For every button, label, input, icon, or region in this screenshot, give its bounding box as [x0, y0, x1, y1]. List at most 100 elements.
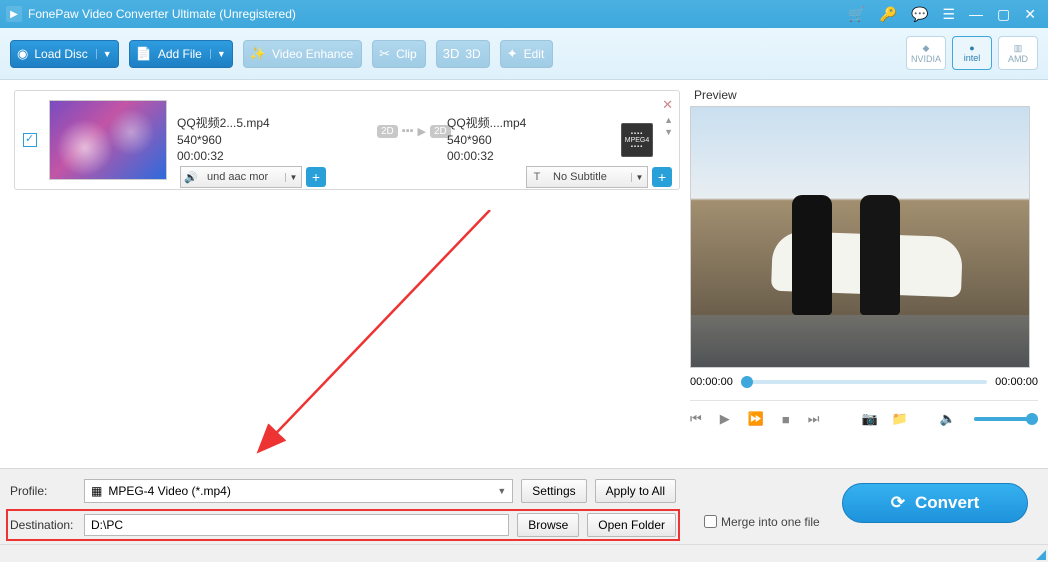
load-disc-button[interactable]: ◉ Load Disc ▼ — [10, 40, 119, 68]
chevron-down-icon[interactable]: ▼ — [631, 173, 647, 182]
convert-area: Merge into one file ⟳ Convert — [686, 469, 1048, 544]
preview-timeline: 00:00:00 00:00:00 — [690, 376, 1038, 388]
speaker-icon: 🔊 — [181, 171, 201, 184]
gpu-intel-label: intel — [964, 53, 981, 63]
output-settings: Profile: ▦ MPEG-4 Video (*.mp4) ▼ Settin… — [0, 469, 686, 544]
add-file-button[interactable]: 📄 Add File ▼ — [129, 40, 233, 68]
status-bar — [0, 544, 1048, 562]
codec-icon: ▪▪▪▪MPEG4▪▪▪▪ — [621, 123, 653, 157]
settings-button[interactable]: Settings — [521, 479, 586, 503]
convert-label: Convert — [915, 493, 979, 513]
destination-label: Destination: — [10, 518, 76, 532]
volume-icon[interactable]: 🔈 — [940, 411, 956, 427]
convert-button[interactable]: ⟳ Convert — [842, 483, 1028, 523]
preview-video[interactable] — [690, 106, 1030, 368]
edit-button[interactable]: ✦ Edit — [500, 40, 554, 68]
preview-title: Preview — [694, 88, 1038, 102]
volume-slider[interactable] — [974, 417, 1038, 421]
key-icon[interactable]: 🔑 — [880, 7, 897, 21]
gpu-amd[interactable]: ▥AMD — [998, 36, 1038, 70]
open-folder-button[interactable]: Open Folder — [587, 513, 676, 537]
merge-label: Merge into one file — [721, 515, 820, 529]
clip-button[interactable]: ✂ Clip — [372, 40, 426, 68]
menu-icon[interactable]: ☰ — [942, 7, 955, 21]
gpu-selector: ◆NVIDIA ●intel ▥AMD — [906, 36, 1038, 70]
refresh-icon: ⟳ — [891, 493, 905, 513]
titlebar: ▶ FonePaw Video Converter Ultimate (Unre… — [0, 0, 1048, 28]
add-subtitle-button[interactable]: + — [652, 167, 672, 187]
file-columns: QQ视频2...5.mp4 540*960 00:00:32 2D ▪▪▪ ▶ … — [177, 115, 611, 165]
dots-icon: ▪▪▪ — [402, 125, 414, 137]
snapshot-icon[interactable]: 📷 — [861, 411, 877, 427]
titlebar-actions: 🛒 🔑 💬 ☰ — ▢ ✕ — [848, 7, 1036, 21]
profile-dropdown[interactable]: ▦ MPEG-4 Video (*.mp4) ▼ — [84, 479, 513, 503]
gpu-nvidia[interactable]: ◆NVIDIA — [906, 36, 946, 70]
fast-forward-icon[interactable]: ⏩ — [748, 411, 764, 427]
main-area: QQ视频2...5.mp4 540*960 00:00:32 2D ▪▪▪ ▶ … — [0, 80, 1048, 468]
preview-controls: ⏮ ▶ ⏩ ■ ⏭ 📷 📁 🔈 — [690, 400, 1038, 427]
destination-row: Destination: Browse Open Folder — [6, 509, 680, 541]
three-d-button[interactable]: 3D 3D — [436, 40, 490, 68]
browse-button[interactable]: Browse — [517, 513, 579, 537]
seek-slider[interactable] — [741, 380, 987, 384]
minimize-icon[interactable]: — — [969, 7, 983, 21]
video-thumbnail[interactable] — [49, 100, 167, 180]
close-icon[interactable]: ✕ — [1024, 7, 1036, 21]
merge-checkbox[interactable]: Merge into one file — [704, 515, 820, 529]
file-panel: QQ视频2...5.mp4 540*960 00:00:32 2D ▪▪▪ ▶ … — [0, 80, 686, 468]
annotation-arrow — [240, 210, 500, 460]
destination-input[interactable] — [84, 514, 509, 536]
move-up-icon[interactable]: ▲ — [664, 115, 673, 125]
source-resolution: 540*960 — [177, 132, 377, 149]
chevron-down-icon[interactable]: ▼ — [210, 49, 232, 59]
stop-icon[interactable]: ■ — [782, 412, 790, 427]
wand-icon: ✨ — [250, 46, 266, 62]
folder-icon[interactable]: 📁 — [892, 411, 908, 427]
add-audio-button[interactable]: + — [306, 167, 326, 187]
file-plus-icon: 📄 — [136, 46, 152, 62]
feedback-icon[interactable]: 💬 — [911, 7, 928, 21]
subtitle-icon: T — [527, 171, 547, 183]
profile-label: Profile: — [10, 484, 76, 498]
video-enhance-button[interactable]: ✨ Video Enhance — [243, 40, 362, 68]
preview-panel: Preview 00:00:00 00:00:00 ⏮ ▶ ⏩ ■ ⏭ 📷 📁 … — [686, 80, 1048, 468]
scissors-icon: ✂ — [379, 46, 390, 62]
output-info: QQ视频....mp4 540*960 00:00:32 — [447, 115, 611, 165]
chevron-down-icon[interactable]: ▼ — [285, 173, 301, 182]
audio-track-label: und aac mor — [201, 171, 285, 183]
amd-icon: ▥ — [1014, 43, 1023, 54]
disc-icon: ◉ — [17, 46, 28, 62]
cart-icon[interactable]: 🛒 — [848, 7, 865, 21]
output-filename: QQ视频....mp4 — [447, 115, 611, 132]
profile-row: Profile: ▦ MPEG-4 Video (*.mp4) ▼ Settin… — [10, 479, 676, 503]
next-icon[interactable]: ⏭ — [808, 411, 820, 427]
three-d-icon: 3D — [443, 46, 460, 61]
merge-checkbox-input[interactable] — [704, 515, 717, 528]
prev-icon[interactable]: ⏮ — [690, 411, 702, 427]
remove-file-icon[interactable]: ✕ — [662, 97, 673, 113]
app-logo-icon: ▶ — [6, 6, 22, 22]
window-title: FonePaw Video Converter Ultimate (Unregi… — [28, 7, 848, 21]
gpu-intel[interactable]: ●intel — [952, 36, 992, 70]
chevron-down-icon[interactable]: ▼ — [96, 49, 118, 59]
time-current: 00:00:00 — [690, 376, 733, 388]
load-disc-label: Load Disc — [34, 47, 95, 61]
source-info: QQ视频2...5.mp4 540*960 00:00:32 — [177, 115, 377, 165]
arrow-right-icon: ▶ — [418, 125, 426, 138]
apply-all-button[interactable]: Apply to All — [595, 479, 676, 503]
file-checkbox[interactable] — [23, 133, 37, 147]
audio-track-dropdown[interactable]: 🔊 und aac mor ▼ — [180, 166, 302, 188]
profile-value: MPEG-4 Video (*.mp4) — [108, 484, 231, 498]
sparkle-icon: ✦ — [507, 46, 518, 62]
subtitle-dropdown[interactable]: T No Subtitle ▼ — [526, 166, 648, 188]
film-dots-icon: ▪▪▪▪ — [631, 144, 644, 150]
output-resolution: 540*960 — [447, 132, 611, 149]
play-icon[interactable]: ▶ — [720, 411, 730, 427]
maximize-icon[interactable]: ▢ — [997, 7, 1010, 21]
nvidia-icon: ◆ — [923, 43, 930, 54]
move-down-icon[interactable]: ▼ — [664, 127, 673, 137]
add-file-label: Add File — [158, 47, 210, 61]
intel-icon: ● — [969, 43, 974, 53]
chevron-down-icon[interactable]: ▼ — [497, 486, 506, 496]
toolbar: ◉ Load Disc ▼ 📄 Add File ▼ ✨ Video Enhan… — [0, 28, 1048, 80]
